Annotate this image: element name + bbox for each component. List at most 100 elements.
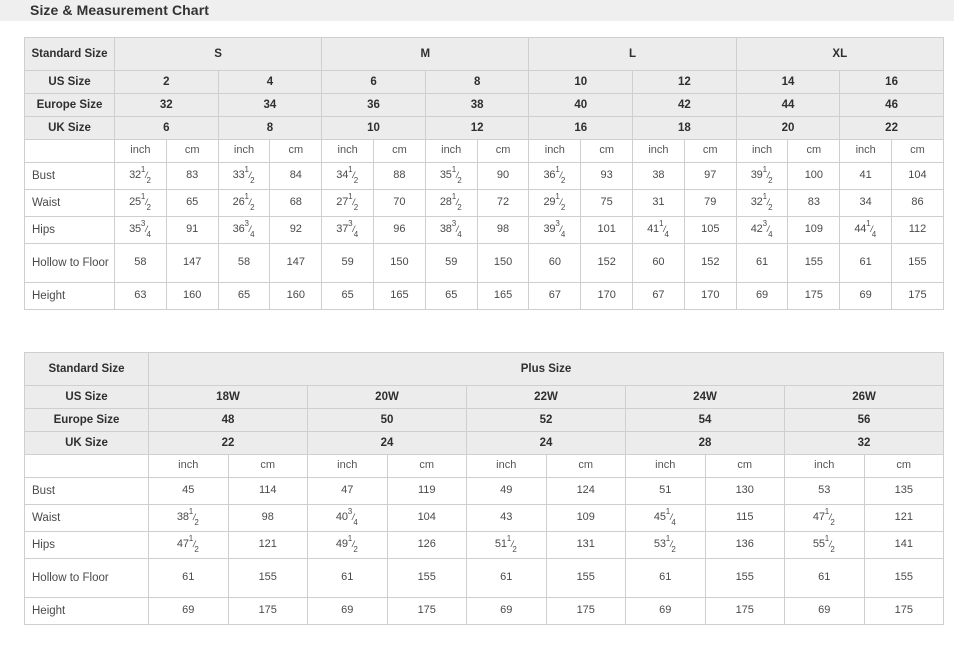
size-value-uk-1: 24 [307, 431, 467, 455]
fraction-value: 491/2 [335, 534, 358, 555]
measurement-label-hips: Hips [24, 216, 115, 244]
measurement-value-hollow-to-floor-8: 61 [784, 558, 865, 598]
fraction-value: 291/2 [543, 192, 566, 213]
standard-chart-wrapper: Standard Size S M L XL US Size 2 4 6 8 10 12 14 16 Eur… [0, 37, 954, 310]
measurement-value-hollow-to-floor-9: 152 [580, 243, 634, 283]
measurement-value-hips-0: 353/4 [114, 216, 167, 244]
measurement-value-hips-4: 373/4 [321, 216, 375, 244]
measurement-value-bust-11: 97 [683, 162, 737, 190]
size-value-us-1: 4 [217, 70, 323, 94]
measurement-row-waist: Waist 251/2 65 261/2 68 271/2 70 281/2 72 291/2 75… [24, 189, 944, 217]
measurement-value-hollow-to-floor-2: 58 [217, 243, 271, 283]
title-spacer [0, 21, 954, 37]
measurement-label-bust: Bust [24, 477, 149, 505]
measurement-value-bust-4: 341/2 [321, 162, 375, 190]
measurement-value-bust-4: 49 [466, 477, 547, 505]
measurement-value-hips-1: 121 [227, 531, 308, 559]
measurement-value-height-4: 65 [321, 282, 375, 310]
measurement-value-height-14: 69 [839, 282, 893, 310]
measurement-value-waist-11: 79 [683, 189, 737, 217]
measurement-value-height-12: 69 [735, 282, 789, 310]
unit-label-inch-14: inch [839, 139, 893, 163]
measurement-label-hollow-to-floor: Hollow to Floor [24, 558, 149, 598]
measurement-value-hips-11: 105 [683, 216, 737, 244]
size-row-us: US Size 2 4 6 8 10 12 14 16 [24, 70, 944, 94]
page-title: Size & Measurement Chart [30, 1, 210, 18]
measurement-value-hollow-to-floor-5: 150 [373, 243, 426, 283]
size-value-europe-1: 50 [307, 408, 467, 432]
measurement-value-waist-13: 83 [787, 189, 841, 217]
measurement-value-hips-15: 112 [891, 216, 944, 244]
measurement-value-waist-0: 381/2 [148, 504, 229, 532]
measurement-value-height-6: 69 [625, 597, 706, 625]
size-value-europe-5: 42 [632, 93, 737, 117]
size-value-europe-7: 46 [839, 93, 944, 117]
measurement-value-waist-0: 251/2 [114, 189, 167, 217]
standard-size-table: Standard Size S M L XL US Size 2 4 6 8 10 12 14 16 Eur… [24, 37, 944, 310]
measurement-value-hollow-to-floor-9: 155 [863, 558, 945, 598]
measurement-value-waist-15: 86 [891, 189, 944, 217]
unit-label-cm-9: cm [580, 139, 634, 163]
measurement-value-waist-9: 121 [863, 504, 945, 532]
measurement-value-bust-5: 88 [373, 162, 426, 190]
fraction-value: 451/4 [653, 507, 676, 528]
measurement-value-bust-10: 38 [632, 162, 685, 190]
group-header-m: M [321, 37, 530, 71]
measurement-value-hips-13: 109 [787, 216, 841, 244]
measurement-label-waist: Waist [24, 189, 115, 217]
unit-label-inch-4: inch [321, 139, 375, 163]
fraction-value: 361/2 [543, 165, 566, 186]
group-header-row: Standard Size S M L XL [24, 37, 944, 71]
measurement-value-bust-12: 391/2 [735, 162, 789, 190]
measurement-value-height-10: 67 [632, 282, 685, 310]
unit-label-inch-10: inch [632, 139, 685, 163]
size-value-us-2: 22W [466, 385, 626, 409]
measurement-value-height-9: 175 [863, 597, 945, 625]
row-label-europe: Europe Size [24, 93, 115, 117]
size-value-us-6: 14 [735, 70, 841, 94]
measurement-value-height-6: 65 [424, 282, 478, 310]
unit-label-inch-2: inch [217, 139, 271, 163]
measurement-value-bust-8: 361/2 [528, 162, 582, 190]
measurement-value-height-0: 69 [148, 597, 229, 625]
size-value-europe-0: 32 [114, 93, 219, 117]
measurement-row-hips: Hips 471/2 121 491/2 126 511/2 131 531/2 136 551/… [24, 531, 945, 559]
measurement-value-hips-10: 411/4 [632, 216, 685, 244]
measurement-value-height-7: 165 [476, 282, 530, 310]
size-row-uk: UK Size 6 8 10 12 16 18 20 22 [24, 116, 944, 140]
measurement-row-hollow-to-floor: Hollow to Floor 58 147 58 147 59 150 59 150 60 152… [24, 243, 944, 283]
measurement-value-bust-0: 45 [148, 477, 229, 505]
measurement-value-waist-4: 43 [466, 504, 547, 532]
measurement-value-bust-7: 90 [476, 162, 530, 190]
size-value-uk-0: 22 [148, 431, 308, 455]
unit-label-inch-0: inch [114, 139, 167, 163]
size-value-uk-4: 32 [783, 431, 945, 455]
size-row-europe: Europe Size 48 50 52 54 56 [24, 408, 945, 432]
measurement-row-hollow-to-floor: Hollow to Floor 61 155 61 155 61 155 61 155 61 155 [24, 558, 945, 598]
size-value-us-4: 10 [528, 70, 634, 94]
measurement-value-hips-5: 96 [373, 216, 426, 244]
standard-size-corner-label: Standard Size [24, 37, 115, 71]
fraction-value: 383/4 [439, 219, 462, 240]
group-header-row: Standard Size Plus Size [24, 352, 945, 386]
measurement-value-hips-2: 491/2 [307, 531, 388, 559]
unit-row-corner [24, 454, 149, 478]
unit-row-corner [24, 139, 115, 163]
measurement-value-waist-12: 321/2 [735, 189, 789, 217]
measurement-value-height-2: 69 [307, 597, 388, 625]
measurement-value-hips-6: 383/4 [424, 216, 478, 244]
fraction-value: 441/4 [854, 219, 876, 240]
fraction-value: 391/2 [750, 165, 773, 186]
fraction-value: 471/2 [812, 507, 835, 528]
fraction-value: 281/2 [439, 192, 462, 213]
measurement-row-bust: Bust 321/2 83 331/2 84 341/2 88 351/2 90 361/2 93 3… [24, 162, 944, 190]
measurement-label-hollow-to-floor: Hollow to Floor [24, 243, 115, 283]
measurement-value-hips-12: 423/4 [735, 216, 789, 244]
measurement-value-hollow-to-floor-11: 152 [683, 243, 737, 283]
measurement-value-height-13: 175 [787, 282, 841, 310]
measurement-value-bust-6: 51 [625, 477, 706, 505]
measurement-value-hollow-to-floor-4: 59 [321, 243, 375, 283]
measurement-value-hips-2: 363/4 [217, 216, 271, 244]
measurement-value-hollow-to-floor-0: 61 [148, 558, 229, 598]
measurement-value-waist-9: 75 [580, 189, 634, 217]
